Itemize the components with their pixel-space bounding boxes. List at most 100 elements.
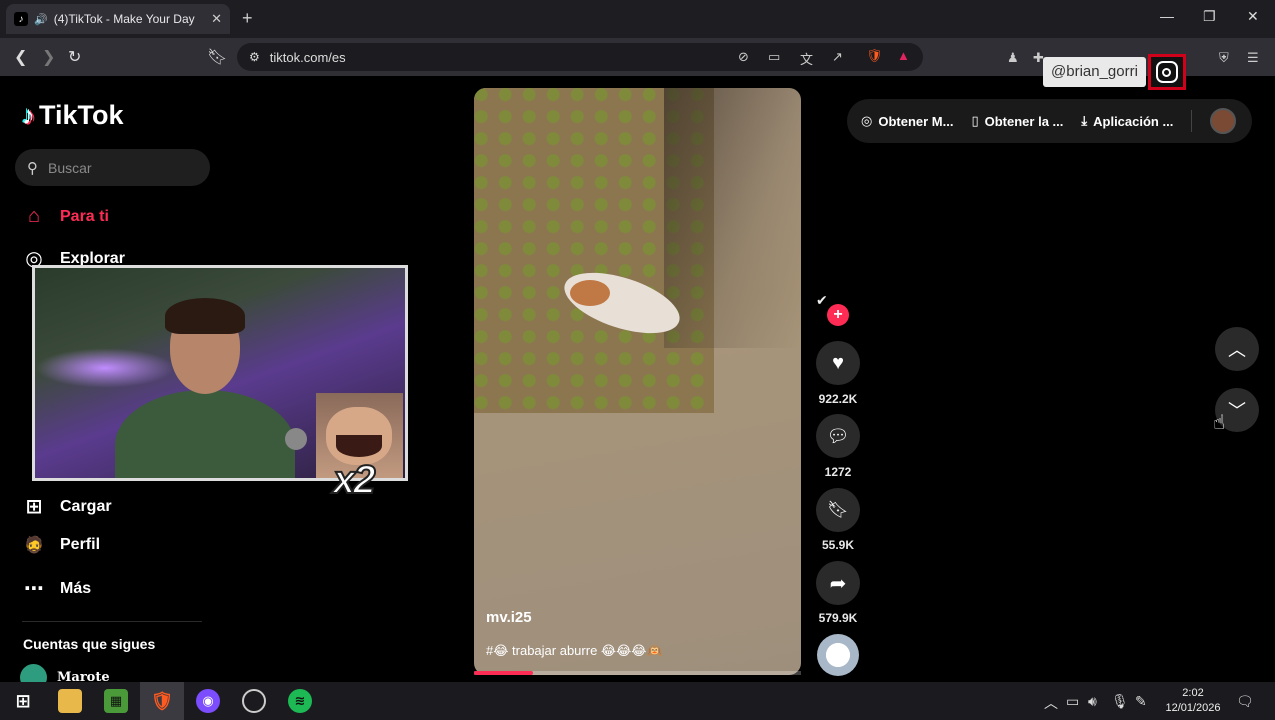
divider bbox=[1191, 110, 1193, 132]
chevron-down-icon: ﹀ bbox=[1228, 401, 1246, 421]
streamer bbox=[115, 298, 295, 478]
share-icon[interactable]: ↗ bbox=[832, 49, 843, 65]
profile-avatar-icon: 🧔 bbox=[24, 537, 44, 554]
nav-profile[interactable]: 🧔 Perfil bbox=[22, 535, 100, 555]
like-count: 922.2K bbox=[818, 392, 858, 406]
file-explorer-icon[interactable] bbox=[58, 689, 82, 713]
microphone bbox=[285, 428, 307, 450]
comment-button[interactable]: 💬︎ bbox=[816, 414, 860, 458]
save-count: 55.9K bbox=[821, 538, 855, 552]
tab-title: (4)TikTok - Make Your Day bbox=[53, 12, 195, 26]
comment-icon: 💬︎ bbox=[826, 425, 850, 446]
progress-fill bbox=[474, 671, 533, 675]
url-text[interactable]: tiktok.com/es bbox=[270, 50, 346, 65]
instagram-overlay: @brian_gorri bbox=[1043, 54, 1201, 90]
back-icon[interactable]: ❮ bbox=[14, 47, 27, 67]
search-icon: ⚲ bbox=[27, 159, 38, 177]
search-placeholder: Buscar bbox=[48, 159, 92, 176]
pill-label: Aplicación ... bbox=[1093, 113, 1174, 129]
video-progress-bar[interactable] bbox=[474, 671, 801, 675]
search-input[interactable]: ⚲ Buscar bbox=[15, 149, 210, 186]
minimize-icon[interactable]: — bbox=[1160, 8, 1174, 24]
bookmark-icon: 🔖︎ bbox=[827, 500, 849, 519]
coin-icon: ◎ bbox=[861, 113, 873, 128]
nav-for-you[interactable]: ⌂ Para ti bbox=[22, 205, 109, 228]
author-avatar[interactable]: ✔ bbox=[816, 292, 828, 309]
bookmark-icon[interactable]: 🔖︎ bbox=[207, 47, 227, 67]
tiktok-favicon-icon: ♪ bbox=[14, 12, 28, 26]
streamer-webcam bbox=[32, 265, 408, 481]
obs-icon[interactable] bbox=[242, 689, 266, 713]
logo-text: TikTok bbox=[39, 100, 124, 130]
like-button[interactable]: ♥ bbox=[816, 341, 860, 385]
chevron-up-icon: ︿ bbox=[1228, 340, 1246, 360]
pen-icon[interactable]: ✎ bbox=[1135, 693, 1147, 710]
video-username[interactable]: mv.i25 bbox=[486, 609, 532, 626]
network-icon[interactable]: ▭ bbox=[1066, 693, 1079, 710]
tiktok-note-icon: ♪ bbox=[22, 100, 35, 130]
nav-more[interactable]: ⋯ Más bbox=[22, 576, 91, 601]
spotify-icon[interactable]: ≋ bbox=[288, 689, 312, 713]
translate-icon[interactable]: 文 bbox=[800, 49, 813, 68]
multiplier-text: x2 bbox=[332, 457, 376, 503]
vpn-icon[interactable]: ⛨ bbox=[1219, 50, 1229, 66]
video-player[interactable] bbox=[474, 88, 801, 675]
notifications-icon[interactable]: 🗨︎ bbox=[1236, 693, 1254, 710]
tray-chevron-icon[interactable]: ︿ bbox=[1044, 693, 1058, 713]
phone-icon: ▯ bbox=[971, 113, 979, 128]
nav-upload[interactable]: ⊞ Cargar bbox=[22, 494, 112, 519]
instagram-handle: @brian_gorri bbox=[1043, 57, 1146, 87]
instagram-icon bbox=[1147, 54, 1186, 90]
get-app-button[interactable]: ▯ Obtener la ... bbox=[971, 113, 1063, 129]
taskbar-clock[interactable]: 2:02 12/01/2026 bbox=[1160, 686, 1226, 716]
video-description: #😂 trabajar aburre 😂😂😂🙉 bbox=[486, 643, 663, 658]
site-settings-icon[interactable]: ⚙︎ bbox=[249, 50, 260, 64]
extension-icon[interactable]: ♟ bbox=[1007, 50, 1019, 66]
no-tracking-icon[interactable]: ⊘ bbox=[738, 49, 749, 65]
hand-cursor-icon: ☝ bbox=[1213, 412, 1226, 434]
minecraft-icon[interactable]: ▦ bbox=[104, 689, 128, 713]
comment-count: 1272 bbox=[824, 465, 852, 479]
profile-avatar[interactable] bbox=[1210, 108, 1237, 134]
close-window-icon[interactable]: ✕ bbox=[1247, 8, 1259, 25]
speaker-icon[interactable]: 🔊 bbox=[34, 13, 48, 26]
restore-icon[interactable]: ❐ bbox=[1203, 8, 1216, 25]
save-button[interactable]: 🔖︎ bbox=[816, 488, 860, 532]
windows-taskbar: ⊞ ▦ 🛡︎ ◉ ≋ ︿ ▭ 🔊︎ 🎙︎ ✎ 🗨︎ bbox=[0, 682, 1275, 720]
divider bbox=[22, 621, 202, 622]
more-icon: ⋯ bbox=[24, 578, 44, 600]
microphone-icon[interactable]: 🎙︎ bbox=[1111, 693, 1129, 710]
nav-label: Más bbox=[60, 579, 92, 597]
clock-date: 12/01/2026 bbox=[1165, 702, 1221, 714]
previous-video-button[interactable]: ︿ bbox=[1215, 327, 1259, 371]
forward-icon[interactable]: ❯ bbox=[42, 47, 55, 67]
address-bar[interactable]: ⚙︎ tiktok.com/es bbox=[237, 43, 923, 71]
browser-tab-bar: ♪ 🔊 (4)TikTok - Make Your Day ✕ + — ❐ ✕ bbox=[0, 0, 1275, 38]
pill-label: Obtener la ... bbox=[984, 113, 1064, 129]
top-actions-bar: ◎ Obtener M... ▯ Obtener la ... ⤓ Aplica… bbox=[847, 99, 1252, 143]
browser-tab[interactable]: ♪ 🔊 (4)TikTok - Make Your Day ✕ bbox=[6, 4, 230, 34]
brave-icon[interactable]: 🛡︎ bbox=[150, 689, 174, 713]
reload-icon[interactable]: ↻ bbox=[68, 47, 81, 67]
follow-button[interactable]: + bbox=[827, 304, 849, 326]
close-tab-icon[interactable]: ✕ bbox=[211, 11, 222, 27]
tiktok-logo[interactable]: ♪ TikTok bbox=[22, 100, 124, 131]
brave-rewards-icon[interactable]: ▲ bbox=[897, 48, 910, 63]
brave-shields-icon[interactable]: 🛡︎ bbox=[866, 48, 883, 64]
menu-icon[interactable]: ☰ bbox=[1247, 50, 1259, 66]
download-icon: ⤓ bbox=[1081, 113, 1088, 128]
heart-icon: ♥ bbox=[832, 351, 844, 374]
discord-icon[interactable]: ◉ bbox=[196, 689, 220, 713]
volume-icon[interactable]: 🔊︎ bbox=[1088, 693, 1097, 710]
nav-label: Para ti bbox=[60, 207, 109, 225]
download-app-button[interactable]: ⤓ Aplicación ... bbox=[1081, 113, 1173, 129]
new-tab-button[interactable]: + bbox=[242, 8, 253, 29]
share-button[interactable]: ➦ bbox=[816, 561, 860, 605]
get-coins-button[interactable]: ◎ Obtener M... bbox=[861, 113, 953, 129]
upload-icon: ⊞ bbox=[25, 496, 43, 518]
pill-label: Obtener M... bbox=[878, 113, 954, 129]
following-section-title: Cuentas que sigues bbox=[23, 636, 156, 652]
music-disc[interactable] bbox=[817, 634, 859, 676]
windows-start-icon[interactable]: ⊞ bbox=[11, 689, 35, 713]
cast-icon[interactable]: ▭ bbox=[768, 49, 780, 65]
